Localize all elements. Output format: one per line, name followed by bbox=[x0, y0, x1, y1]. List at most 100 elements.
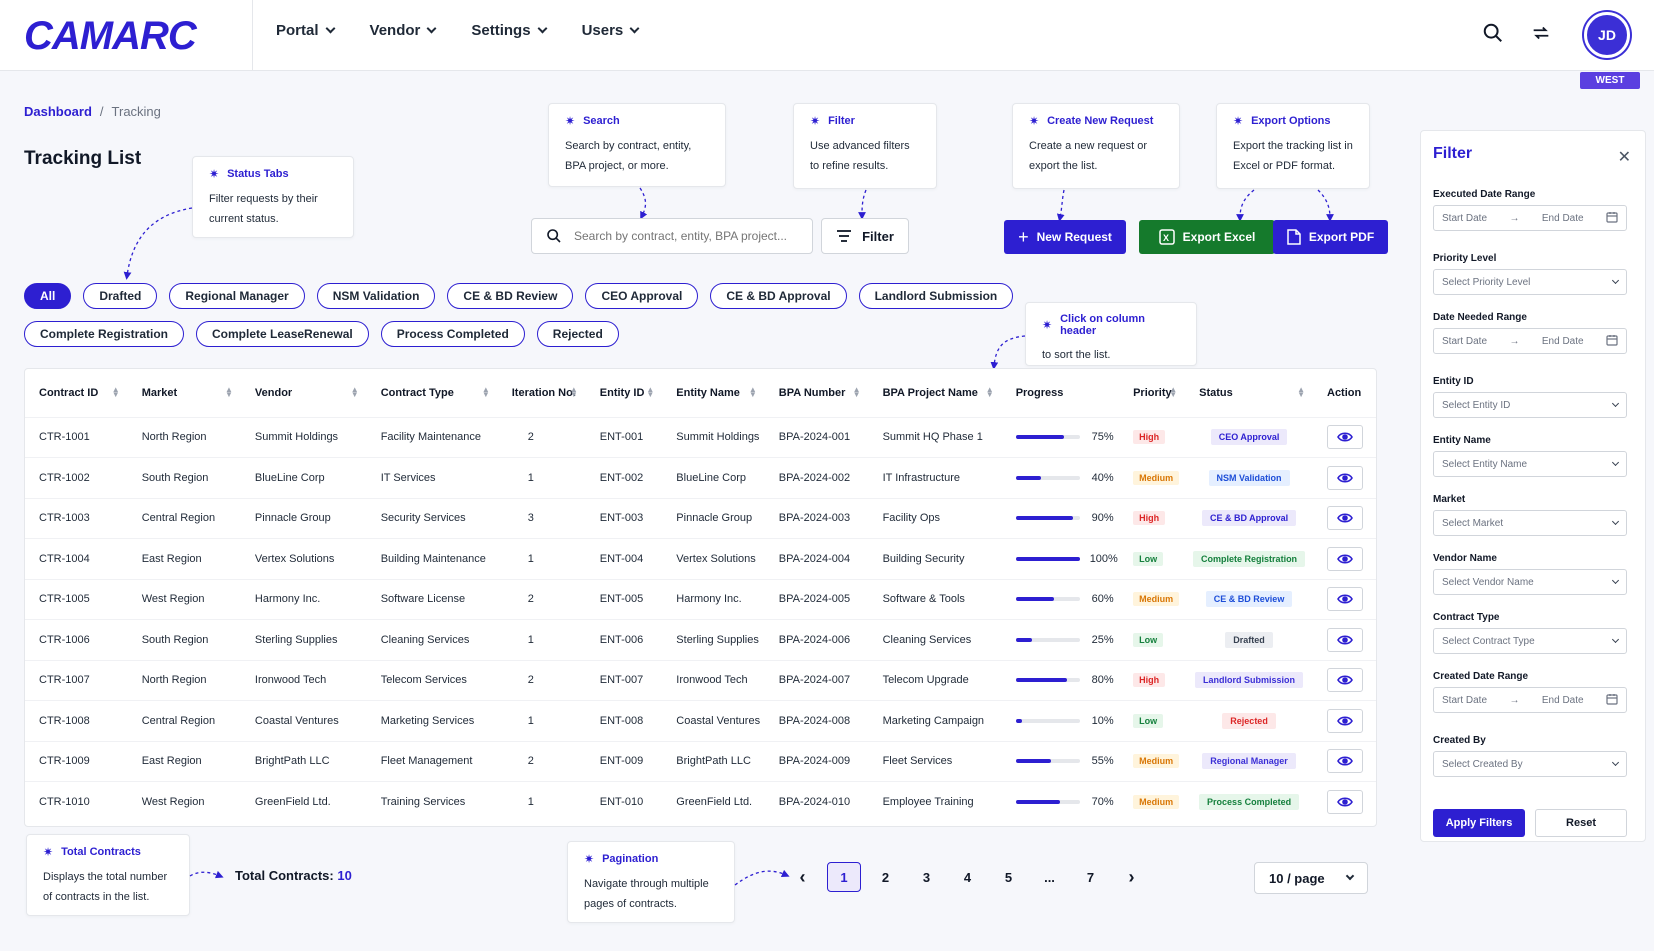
filter-label-priority-level: Priority Level bbox=[1433, 253, 1497, 264]
page-5[interactable]: 5 bbox=[988, 862, 1029, 892]
start-date-placeholder: Start Date bbox=[1442, 694, 1488, 706]
tab-ceo-approval[interactable]: CEO Approval bbox=[585, 283, 699, 309]
cell-contract-type: Fleet Management bbox=[366, 740, 498, 782]
column-header-progress[interactable]: Progress bbox=[1002, 369, 1119, 417]
filter-executed-date-range-range[interactable]: Start Date → End Date bbox=[1433, 205, 1627, 231]
chevron-down-icon bbox=[1611, 458, 1620, 466]
filter-created-by-select[interactable]: Select Created By bbox=[1433, 751, 1627, 777]
cell-priority: High bbox=[1119, 416, 1186, 458]
column-header-bpa-number[interactable]: BPA Number ▲ ▼ bbox=[765, 369, 869, 417]
brand-logo[interactable]: CAMARC bbox=[24, 14, 197, 59]
column-header-bpa-project-name[interactable]: BPA Project Name ▲ ▼ bbox=[869, 369, 1002, 417]
progress-track bbox=[1015, 597, 1080, 602]
tab-regional-manager[interactable]: Regional Manager bbox=[169, 283, 305, 309]
chevron-down-icon bbox=[629, 23, 640, 34]
cell-contract-id: CTR-1006 bbox=[25, 619, 128, 660]
export-excel-button[interactable]: X Export Excel bbox=[1139, 220, 1275, 254]
export-pdf-button[interactable]: Export PDF bbox=[1273, 220, 1388, 254]
tab-nsm-validation[interactable]: NSM Validation bbox=[316, 283, 436, 309]
tab-process-completed[interactable]: Process Completed bbox=[380, 321, 525, 347]
view-button[interactable] bbox=[1327, 627, 1363, 652]
eye-icon bbox=[1337, 513, 1353, 523]
progress-value: 25% bbox=[1091, 633, 1114, 646]
cell-market: South Region bbox=[127, 457, 241, 498]
reset-button[interactable]: Reset bbox=[1535, 809, 1627, 837]
filter-date-needed-range-range[interactable]: Start Date → End Date bbox=[1433, 328, 1627, 354]
apply-filters-button[interactable]: Apply Filters bbox=[1433, 809, 1525, 837]
progress-bar: 100% bbox=[1015, 553, 1119, 565]
filter-entity-name-select[interactable]: Select Entity Name bbox=[1433, 451, 1627, 477]
filter-created-date-range-range[interactable]: Start Date → End Date bbox=[1433, 687, 1627, 713]
sync-icon[interactable] bbox=[1528, 20, 1554, 46]
column-header-contract-type[interactable]: Contract Type ▲ ▼ bbox=[367, 369, 498, 417]
search-input[interactable] bbox=[574, 229, 794, 243]
column-header-entity-id[interactable]: Entity ID ▲ ▼ bbox=[586, 369, 663, 417]
sort-icon: ▲ ▼ bbox=[1297, 385, 1305, 399]
filter-entity-id-select[interactable]: Select Entity ID bbox=[1433, 392, 1627, 418]
view-button[interactable] bbox=[1327, 587, 1363, 612]
view-button[interactable] bbox=[1327, 749, 1363, 774]
tab-complete-leaserenewal[interactable]: Complete LeaseRenewal bbox=[196, 321, 369, 347]
status-badge: Landlord Submission bbox=[1195, 672, 1304, 689]
priority-badge: Medium bbox=[1133, 592, 1180, 607]
view-button[interactable] bbox=[1327, 465, 1363, 490]
progress-fill bbox=[1015, 759, 1051, 764]
filter-contract-type-select[interactable]: Select Contract Type bbox=[1433, 628, 1627, 654]
cell-priority: Medium bbox=[1119, 740, 1186, 782]
table-row: CTR-1007 North Region Ironwood Tech Telecom… bbox=[25, 659, 1376, 701]
close-icon[interactable]: ✕ bbox=[1618, 147, 1631, 167]
column-header-market[interactable]: Market ▲ ▼ bbox=[128, 369, 241, 417]
filter-priority-level-select[interactable]: Select Priority Level bbox=[1433, 269, 1627, 295]
view-button[interactable] bbox=[1327, 506, 1363, 531]
view-button[interactable] bbox=[1327, 425, 1363, 450]
cell-entity-id: ENT-001 bbox=[585, 416, 663, 458]
filter-vendor-name-select[interactable]: Select Vendor Name bbox=[1433, 569, 1627, 595]
page-4[interactable]: 4 bbox=[947, 862, 988, 892]
tab-all[interactable]: All bbox=[24, 283, 72, 309]
prev-page-chevron-icon[interactable]: ‹ bbox=[782, 862, 823, 892]
page-7[interactable]: 7 bbox=[1070, 862, 1111, 892]
view-button[interactable] bbox=[1327, 790, 1363, 814]
column-header-entity-name[interactable]: Entity Name ▲ ▼ bbox=[662, 369, 765, 417]
page-size-select[interactable]: 10 / page bbox=[1254, 862, 1368, 894]
view-button[interactable] bbox=[1327, 546, 1363, 571]
search-box[interactable] bbox=[531, 218, 813, 254]
nav-settings[interactable]: Settings bbox=[471, 22, 548, 39]
callout-create: ✷ Create New Request Create a new request… bbox=[1012, 103, 1180, 189]
page-1[interactable]: 1 bbox=[827, 862, 861, 892]
avatar[interactable]: JD bbox=[1584, 12, 1630, 58]
view-button[interactable] bbox=[1327, 668, 1363, 693]
nav-portal[interactable]: Portal bbox=[276, 22, 335, 39]
column-header-priority[interactable]: Priority ▲ ▼ bbox=[1119, 369, 1185, 417]
tab-complete-registration[interactable]: Complete Registration bbox=[24, 321, 185, 347]
view-button[interactable] bbox=[1327, 708, 1363, 733]
column-header-contract-id[interactable]: Contract ID ▲ ▼ bbox=[25, 369, 128, 417]
chevron-down-icon bbox=[1611, 517, 1620, 525]
next-page-chevron-icon[interactable]: › bbox=[1111, 862, 1152, 892]
column-header-iteration-no[interactable]: Iteration No. ▲ ▼ bbox=[498, 369, 586, 417]
sparkle-icon: ✷ bbox=[1042, 318, 1053, 332]
filter-button[interactable]: Filter bbox=[821, 218, 909, 254]
progress-bar: 90% bbox=[1015, 512, 1119, 524]
tab-landlord-submission[interactable]: Landlord Submission bbox=[858, 283, 1014, 309]
search-icon[interactable] bbox=[1480, 20, 1506, 46]
cell-status: CEO Approval bbox=[1185, 416, 1313, 458]
table-row: CTR-1002 South Region BlueLine Corp IT Serv… bbox=[25, 457, 1376, 498]
column-header-vendor[interactable]: Vendor ▲ ▼ bbox=[241, 369, 367, 417]
filter-market-select[interactable]: Select Market bbox=[1433, 510, 1627, 536]
tab-drafted[interactable]: Drafted bbox=[83, 283, 158, 309]
new-request-button[interactable]: + New Request bbox=[1004, 220, 1126, 254]
nav-vendor[interactable]: Vendor bbox=[370, 22, 437, 39]
cell-bpa-number: BPA-2024-003 bbox=[764, 497, 869, 539]
nav-users[interactable]: Users bbox=[582, 22, 640, 39]
page-3[interactable]: 3 bbox=[906, 862, 947, 892]
column-header-status[interactable]: Status ▲ ▼ bbox=[1185, 369, 1313, 417]
tab-rejected[interactable]: Rejected bbox=[536, 321, 619, 347]
column-header-action[interactable]: Action bbox=[1313, 369, 1376, 417]
breadcrumb-dashboard[interactable]: Dashboard bbox=[24, 104, 92, 119]
progress-track bbox=[1015, 637, 1080, 642]
page-2[interactable]: 2 bbox=[865, 862, 906, 892]
tab-ce-and-bd-approval[interactable]: CE & BD Approval bbox=[710, 283, 847, 309]
cell-priority: Low bbox=[1119, 619, 1186, 660]
tab-ce-and-bd-review[interactable]: CE & BD Review bbox=[447, 283, 574, 309]
